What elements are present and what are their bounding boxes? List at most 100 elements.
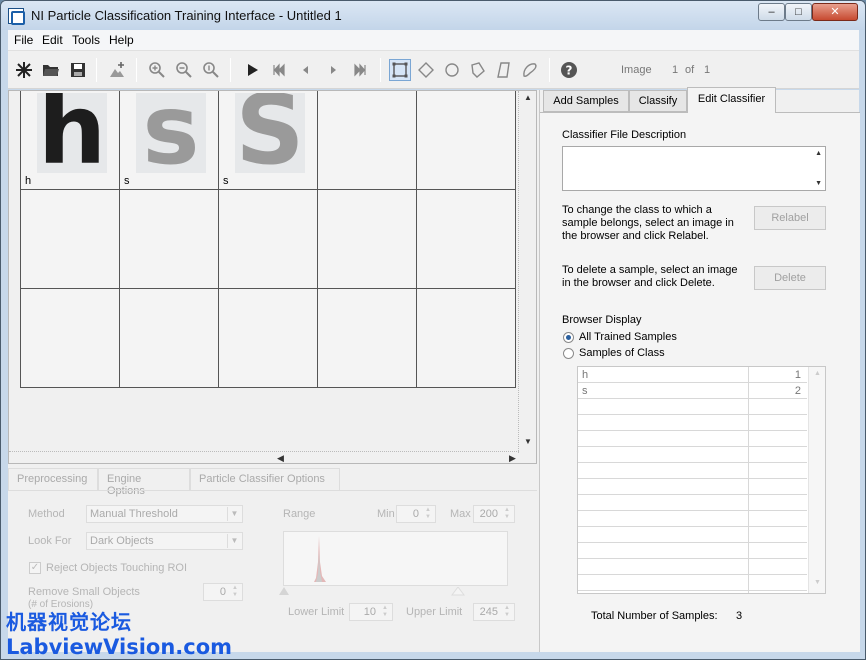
next-icon[interactable] (322, 59, 344, 81)
empty-cell[interactable] (417, 190, 516, 289)
image-browser: h h s s S s ▲ ▼ ◀ ▶ (8, 90, 537, 464)
browser-horizontal-scrollbar[interactable]: ◀ ▶ (9, 451, 519, 465)
empty-cell[interactable] (417, 289, 516, 388)
reject-objects-checkbox[interactable]: ✓ (29, 562, 41, 574)
save-icon[interactable] (67, 59, 89, 81)
empty-cell[interactable] (21, 289, 120, 388)
scroll-up-icon[interactable]: ▲ (524, 93, 532, 102)
list-item[interactable]: h1 (578, 367, 807, 383)
sample-grid: h h s s S s (20, 91, 517, 388)
zoom-fit-icon[interactable] (200, 59, 222, 81)
maximize-button[interactable]: □ (785, 3, 812, 21)
classifier-panel: Add Samples Classify Edit Classifier Cla… (539, 87, 860, 652)
tab-preprocessing[interactable]: Preprocessing (8, 468, 98, 490)
sample-cell-s2[interactable]: S s (219, 91, 318, 190)
first-icon[interactable] (268, 59, 290, 81)
sample-thumbnail: h (37, 93, 107, 173)
menu-help[interactable]: Help (109, 33, 134, 47)
toolbar: ? Image 1 of 1 (8, 51, 859, 89)
empty-cell[interactable] (120, 190, 219, 289)
menu-file[interactable]: File (14, 33, 33, 47)
polygon-icon[interactable] (467, 59, 489, 81)
browser-vertical-scrollbar[interactable]: ▲ ▼ (518, 91, 536, 453)
sample-label: s (124, 175, 130, 187)
empty-cell[interactable] (120, 289, 219, 388)
description-label: Classifier File Description (562, 129, 687, 141)
empty-cell[interactable] (318, 91, 417, 190)
svg-text:?: ? (566, 64, 573, 78)
scroll-down-icon: ▼ (814, 579, 821, 586)
sample-thumbnail: S (235, 93, 305, 173)
list-item[interactable]: s2 (578, 383, 807, 399)
min-input[interactable]: 0 ▲ ▼ (396, 505, 436, 523)
tab-edit-classifier[interactable]: Edit Classifier (687, 87, 776, 113)
relabel-instructions: To change the class to which a sample be… (562, 204, 734, 242)
zoom-in-icon[interactable] (146, 59, 168, 81)
upper-limit-input[interactable]: 245 ▲ ▼ (473, 603, 515, 621)
samples-of-class-radio[interactable] (563, 348, 574, 359)
chevron-down-icon: ▼ (227, 534, 241, 548)
add-samples-icon[interactable] (106, 59, 128, 81)
sample-cell-s1[interactable]: s s (120, 91, 219, 190)
image-of-label: of (685, 64, 695, 76)
run-icon[interactable] (241, 59, 263, 81)
close-button[interactable]: ✕ (812, 3, 858, 21)
new-icon[interactable] (13, 59, 35, 81)
scroll-left-icon[interactable]: ◀ (277, 453, 284, 464)
tab-engine-options[interactable]: Engine Options (98, 468, 190, 497)
image-total: 1 (704, 64, 711, 76)
list-scrollbar[interactable]: ▲ ▼ (808, 367, 825, 593)
erosions-input[interactable]: 0 ▲ ▼ (203, 583, 243, 601)
open-icon[interactable] (40, 59, 62, 81)
empty-cell[interactable] (417, 91, 516, 190)
spinner-icon: ▲ ▼ (504, 605, 510, 618)
tab-add-samples[interactable]: Add Samples (543, 90, 629, 112)
range-slider[interactable] (278, 587, 518, 597)
look-for-select[interactable]: Dark Objects ▼ (86, 532, 243, 550)
menu-bar: File Edit Tools Help (8, 30, 859, 51)
menu-edit[interactable]: Edit (42, 33, 63, 47)
menu-tools[interactable]: Tools (72, 33, 100, 47)
class-list[interactable]: h1 s2 ▲ ▼ (577, 366, 826, 594)
scroll-right-icon[interactable]: ▶ (509, 453, 516, 464)
scroll-down-icon[interactable]: ▼ (524, 437, 532, 446)
tab-particle-classifier-options[interactable]: Particle Classifier Options (190, 468, 340, 490)
threshold-histogram (283, 531, 508, 586)
empty-cell[interactable] (219, 289, 318, 388)
method-select[interactable]: Manual Threshold ▼ (86, 505, 243, 523)
ellipse-roi-icon[interactable] (441, 59, 463, 81)
total-samples-value: 3 (736, 610, 743, 622)
remove-small-objects-label: Remove Small Objects (28, 586, 140, 598)
delete-button[interactable]: Delete (754, 266, 826, 290)
minimize-button[interactable]: – (758, 3, 785, 21)
empty-cell[interactable] (219, 190, 318, 289)
range-label: Range (283, 508, 316, 520)
relabel-button[interactable]: Relabel (754, 206, 826, 230)
tab-classify[interactable]: Classify (629, 90, 687, 112)
zoom-out-icon[interactable] (173, 59, 195, 81)
sample-label: h (25, 175, 32, 187)
samples-of-class-label: Samples of Class (579, 347, 665, 359)
empty-cell[interactable] (21, 190, 120, 289)
empty-cell[interactable] (318, 289, 417, 388)
freehand-line-icon[interactable] (493, 59, 515, 81)
max-input[interactable]: 200 ▲ ▼ (473, 505, 515, 523)
scroll-up-icon[interactable]: ▲ (815, 150, 822, 157)
freehand-roi-icon[interactable] (519, 59, 541, 81)
delete-instructions: To delete a sample, select an image in t… (562, 264, 738, 289)
last-icon[interactable] (349, 59, 371, 81)
empty-cell[interactable] (318, 190, 417, 289)
spinner-icon: ▲ ▼ (232, 585, 238, 598)
lower-limit-input[interactable]: 10 ▲ ▼ (349, 603, 393, 621)
scroll-down-icon[interactable]: ▼ (815, 180, 822, 187)
reject-objects-label: Reject Objects Touching ROI (46, 562, 188, 574)
sample-cell-h[interactable]: h h (21, 91, 120, 190)
min-label: Min (377, 508, 395, 520)
browser-display-label: Browser Display (562, 314, 642, 326)
previous-icon[interactable] (295, 59, 317, 81)
help-icon[interactable]: ? (558, 59, 580, 81)
rectangle-roi-icon[interactable] (389, 59, 411, 81)
rotated-rect-icon[interactable] (415, 59, 437, 81)
all-trained-samples-radio[interactable] (563, 332, 574, 343)
description-textarea[interactable]: ▲ ▼ (562, 146, 826, 191)
